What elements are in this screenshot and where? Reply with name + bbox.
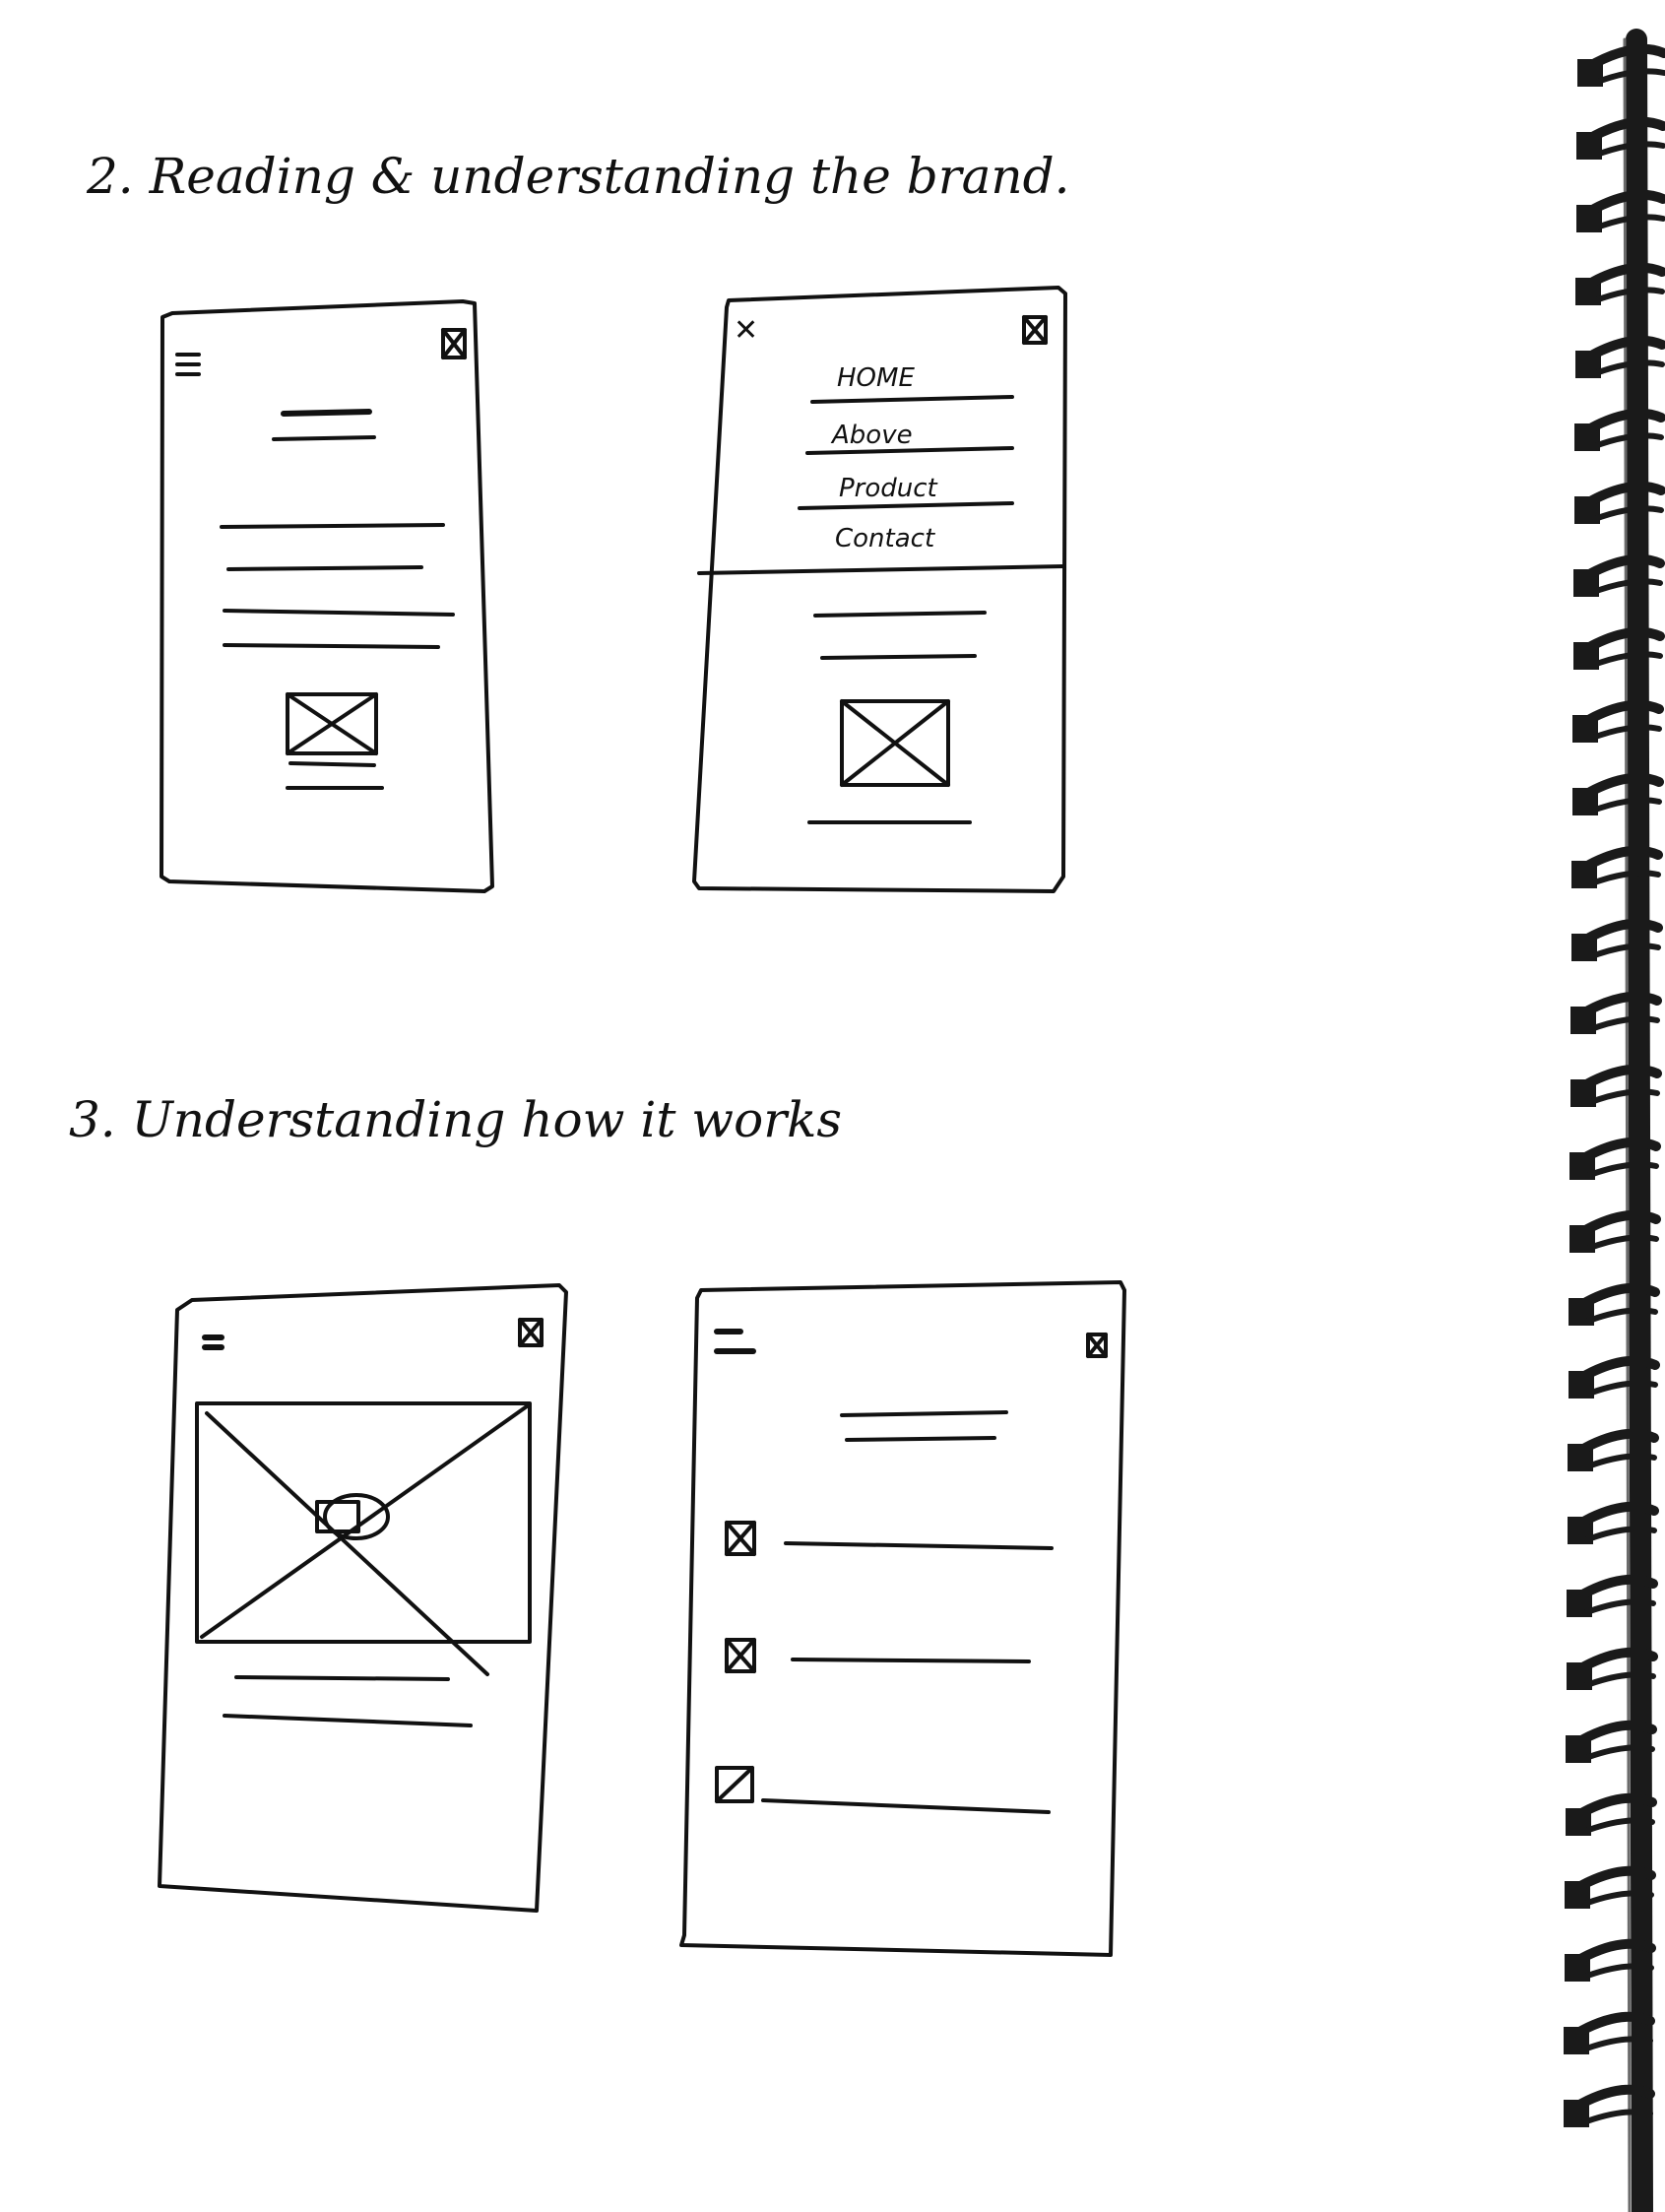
caption-line (288, 761, 376, 767)
menu-item-product: Product (839, 474, 938, 503)
menu-labels: ✕ HOME Above Product Contact (734, 313, 938, 553)
menu-item-above: Above (830, 421, 913, 450)
text-line (820, 654, 977, 660)
title-line (234, 1675, 450, 1681)
wireframe-how-it-works-list (679, 1280, 1126, 1957)
phone-frame (160, 299, 494, 893)
list-item-line (761, 1798, 1051, 1814)
menu-item-home: HOME (837, 363, 915, 393)
image-placeholder-icon (725, 1521, 756, 1556)
list-item (715, 1766, 1051, 1814)
image-placeholder-icon (725, 1638, 756, 1673)
menu-underline (810, 395, 1014, 404)
list-item-line (791, 1658, 1031, 1663)
image-placeholder-icon (1086, 1333, 1108, 1358)
subtitle-line (272, 435, 376, 441)
list-item (725, 1638, 1031, 1673)
image-placeholder-icon (441, 328, 467, 359)
phone-frame (679, 1280, 1126, 1957)
menu-divider (697, 564, 1065, 575)
text-line (226, 565, 423, 571)
image-placeholder-icon (518, 1318, 544, 1347)
hamburger-icon (175, 353, 201, 376)
image-placeholder-icon (840, 699, 950, 787)
text-line (223, 1714, 473, 1727)
play-button-icon (315, 1493, 390, 1540)
image-placeholder-icon (1022, 315, 1048, 345)
wireframe-how-it-works-hero (158, 1283, 568, 1913)
text-line (223, 609, 455, 617)
title-line (281, 409, 372, 417)
list-item-line (784, 1541, 1054, 1550)
title-line (840, 1410, 1008, 1417)
phone-frame (158, 1283, 568, 1913)
close-icon: ✕ (734, 313, 758, 348)
text-line (223, 643, 440, 649)
wireframe-brand-home (160, 299, 494, 893)
hamburger-icon (714, 1329, 756, 1354)
hamburger-icon (202, 1334, 224, 1350)
subtitle-line (845, 1436, 996, 1442)
text-line (813, 611, 987, 618)
sketch-page: ✕ HOME Above Product Contact (158, 29, 1665, 2212)
menu-item-contact: Contact (835, 524, 935, 553)
image-placeholder-icon (286, 692, 378, 755)
list-item (725, 1521, 1054, 1556)
text-line (220, 523, 445, 529)
menu-underline (798, 501, 1014, 510)
image-placeholder-icon (715, 1766, 754, 1803)
